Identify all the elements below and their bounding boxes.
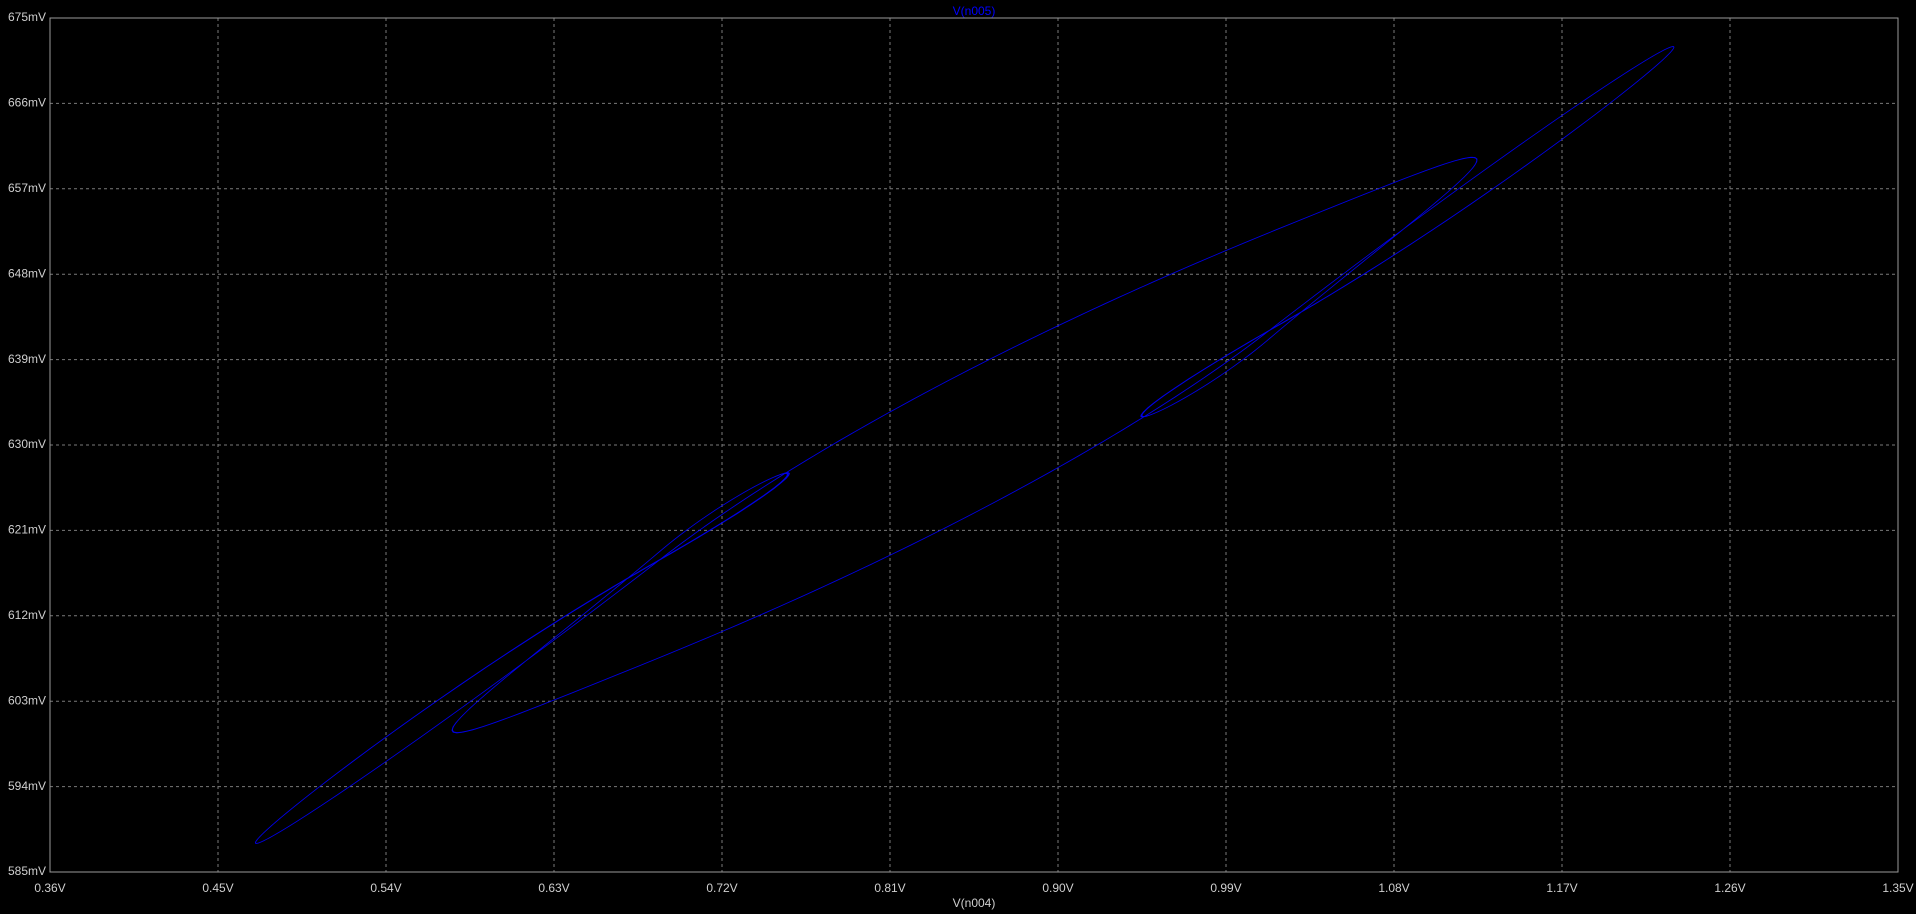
x-tick-label: 0.90V [1042,881,1073,895]
x-tick-label: 1.35V [1882,881,1913,895]
y-tick-label: 621mV [8,523,46,537]
x-tick-label: 0.63V [538,881,569,895]
trace-title[interactable]: V(n005) [953,4,996,18]
x-axis-ticks: 0.36V 0.45V 0.54V 0.63V 0.72V 0.81V 0.90V 0.99V… [34,881,1913,895]
y-tick-label: 657mV [8,181,46,195]
x-tick-label: 1.26V [1714,881,1745,895]
x-axis-title[interactable]: V(n004) [953,896,996,910]
y-tick-label: 612mV [8,608,46,622]
y-axis-ticks: 675mV 666mV 657mV 648mV 639mV 630mV 621mV 612mV… [8,10,46,878]
y-tick-label: 675mV [8,10,46,24]
x-tick-label: 1.17V [1546,881,1577,895]
x-tick-label: 0.54V [370,881,401,895]
y-tick-label: 639mV [8,352,46,366]
plot-canvas[interactable]: V(n005) 0.36V 0.45V 0.54V 0.63V 0.72V 0.81V 0.… [0,0,1916,914]
x-tick-label: 0.81V [874,881,905,895]
y-tick-label: 648mV [8,266,46,280]
grid-layer [50,18,1898,872]
y-tick-label: 603mV [8,693,46,707]
y-tick-label: 666mV [8,96,46,110]
y-tick-label: 585mV [8,864,46,878]
x-tick-label: 0.99V [1210,881,1241,895]
x-tick-label: 0.45V [202,881,233,895]
x-tick-label: 0.72V [706,881,737,895]
y-tick-label: 630mV [8,437,46,451]
y-tick-label: 594mV [8,779,46,793]
x-tick-label: 0.36V [34,881,65,895]
x-tick-label: 1.08V [1378,881,1409,895]
